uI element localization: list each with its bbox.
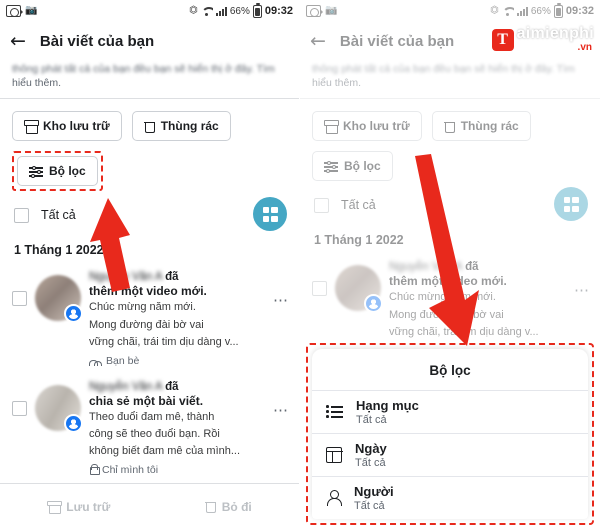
calendar-icon [325,447,343,463]
post-headline: chia sẻ một bài viết. [89,393,204,408]
grid-view-icon [262,206,278,222]
mute-icon: ⏣ [189,5,198,16]
camera-icon [6,5,23,17]
filter-sheet-title: Bộ lọc [429,363,471,378]
archive-box-icon [24,120,39,134]
filter-row-date[interactable]: Ngày Tất cả [312,433,588,476]
post-action-suffix: đã [165,380,179,393]
post-audience: Bạn bè [89,355,287,367]
wifi-icon [201,7,213,16]
facebook-profile-badge-icon [64,413,83,433]
archive-chip[interactable]: Kho lưu trữ [12,111,122,142]
more-options-icon[interactable]: ⋯ [273,291,289,309]
post-list-item[interactable]: Nguyễn Văn A đã chia sẻ một bài viết. Th… [0,371,299,480]
discard-button[interactable]: Bỏ đi [204,499,252,514]
filter-row-people-value: Tất cả [354,500,385,512]
trash-chip[interactable]: Thùng rác [131,111,231,142]
filter-row-people[interactable]: Người Tất cả [312,476,588,519]
bottom-action-bar: Lưu trữ Bỏ đi [0,483,299,529]
trash-chip-label: Thùng rác [160,119,219,134]
post-body-line-1: Theo đuổi đam mê, thành [89,410,215,423]
notice-line-2: hiểu thêm. [12,77,62,90]
post-action-suffix: đã [165,271,179,284]
post-body-line-2: công sẽ theo đuổi bạn. Rồi [89,427,220,440]
page-title: Bài viết của bạn [39,32,155,50]
trash-icon [204,500,217,514]
filter-sheet: Bộ lọc Hạng mục Tất cả Ngày Tất cả Người… [312,349,588,519]
filter-chip-holder: Bộ lọc [0,147,115,193]
filter-row-category-value: Tất cả [356,414,387,426]
post-audience: Chỉ mình tôi [89,464,287,476]
select-all-checkbox[interactable] [14,207,29,223]
notice-line-1: thông phát tất cả của bạn đều bạn sẽ hiể… [12,63,275,75]
filter-sheet-highlight: Bộ lọc Hạng mục Tất cả Ngày Tất cả Người… [306,343,594,525]
facebook-profile-badge-icon [64,304,83,324]
post-body-line-3: vững chãi, trái tim dịu dàng v... [89,336,239,349]
select-all-row: Tất cả [0,193,299,237]
post-audience-label: Bạn bè [106,354,140,367]
discard-button-label: Bỏ đi [221,499,252,514]
signal-icon [215,6,227,16]
watermark-badge: T [491,28,514,51]
filter-row-category-label: Hạng mục [356,398,419,413]
post-checkbox[interactable] [12,291,27,307]
watermark-name: aimienphi [516,25,594,42]
battery-icon [252,2,262,18]
post-checkbox[interactable] [12,400,27,416]
trash-icon [143,120,156,134]
filter-row-date-value: Tất cả [355,457,386,469]
select-all-label: Tất cả [41,208,76,223]
post-author-line: Nguyễn Văn A đã [89,271,287,283]
filter-chip-highlight: Bộ lọc [12,151,103,192]
filter-sliders-icon [29,165,43,178]
post-author-name: Nguyễn Văn A [89,380,162,393]
phone-screen-right: 📷 ⏣ 66% 09:32 ← Bài viết của bạn thông p… [300,0,600,529]
post-list-item[interactable]: Nguyễn Văn A đã thêm một video mới. Chúc… [0,261,299,370]
archive-chip-label: Kho lưu trữ [43,119,110,134]
filter-row-date-label: Ngày [355,441,387,456]
post-headline: thêm một video mới. [89,284,207,299]
archive-button[interactable]: Lưu trữ [47,500,110,514]
screenshot-root: 📷 ⏣ 66% 09:32 ← Bài viết của bạn thông p… [0,0,600,529]
archive-button-label: Lưu trữ [66,499,111,514]
avatar [35,384,83,433]
date-header: 1 Tháng 1 2022 [14,243,104,258]
post-text: Nguyễn Văn A đã thêm một video mới. Chúc… [89,269,287,367]
phone-screen-left: 📷 ⏣ 66% 09:32 ← Bài viết của bạn thông p… [0,0,300,529]
post-audience-label: Chỉ mình tôi [102,463,159,476]
status-bar: 📷 ⏣ 66% 09:32 [0,0,299,22]
clock-left: 09:32 [264,5,293,17]
post-body-line-2: Mong đường đài bờ vai [89,318,204,331]
battery-percent: 66% [229,5,250,17]
more-options-icon[interactable]: ⋯ [273,401,289,419]
lock-icon [89,464,100,476]
photo-icon: 📷 [25,5,38,16]
filter-chip[interactable]: Bộ lọc [17,156,98,187]
chip-row: Kho lưu trữ Thùng rác [0,99,299,147]
list-icon [326,405,343,419]
app-bar: ← Bài viết của bạn [0,22,299,60]
filter-chip-label: Bộ lọc [49,164,86,179]
watermark: T aimienphi .vn [491,25,594,54]
post-body-line-3: không biết đam mê của mình... [89,445,241,458]
post-author-name: Nguyễn Văn A [89,271,162,284]
back-arrow-icon[interactable]: ← [10,31,26,51]
filter-row-people-label: Người [354,484,394,499]
person-icon [326,490,342,506]
post-text: Nguyễn Văn A đã chia sẻ một bài viết. Th… [89,379,287,476]
filter-row-category[interactable]: Hạng mục Tất cả [312,390,588,433]
archive-box-icon [47,500,63,514]
notice-text: thông phát tất cả của bạn đều bạn sẽ hiể… [0,60,299,96]
post-author-line: Nguyễn Văn A đã [89,381,287,393]
grid-view-button[interactable] [253,197,287,232]
watermark-tld: .vn [575,41,594,54]
post-body-line-1: Chúc mừng năm mới. [89,301,196,314]
friends-icon [89,356,102,366]
avatar [35,275,83,324]
